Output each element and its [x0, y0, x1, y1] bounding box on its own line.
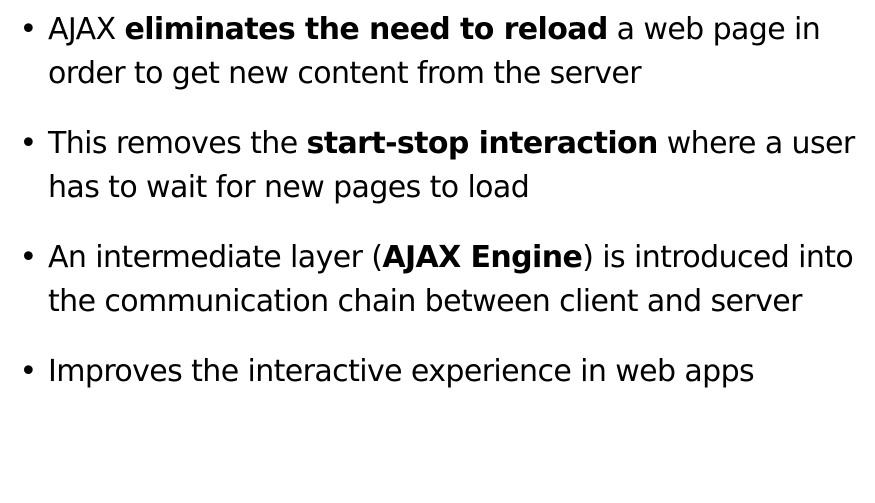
bullet-item-1: • AJAX eliminates the need to reload a w… [14, 8, 861, 96]
bullet-dot-icon: • [19, 240, 37, 275]
bullet-text: This removes the [48, 126, 307, 161]
bullet-item-2: • This removes the start-stop interactio… [14, 122, 861, 210]
bullet-dot-icon: • [19, 126, 37, 161]
bullet-emphasis: AJAX Engine [382, 240, 583, 275]
bullet-emphasis: start-stop interaction [306, 126, 659, 161]
bullet-text: An intermediate layer ( [48, 240, 383, 275]
slide: • AJAX eliminates the need to reload a w… [0, 0, 875, 503]
bullet-item-4: • Improves the interactive experience in… [14, 350, 861, 394]
bullet-dot-icon: • [19, 12, 37, 47]
bullet-list: • AJAX eliminates the need to reload a w… [14, 8, 861, 394]
bullet-emphasis: eliminates the need to reload [124, 12, 608, 47]
bullet-item-3: • An intermediate layer (AJAX Engine) is… [14, 236, 861, 324]
bullet-text: AJAX [48, 12, 125, 47]
bullet-text: Improves the interactive experience in w… [48, 354, 755, 389]
bullet-dot-icon: • [19, 354, 37, 389]
